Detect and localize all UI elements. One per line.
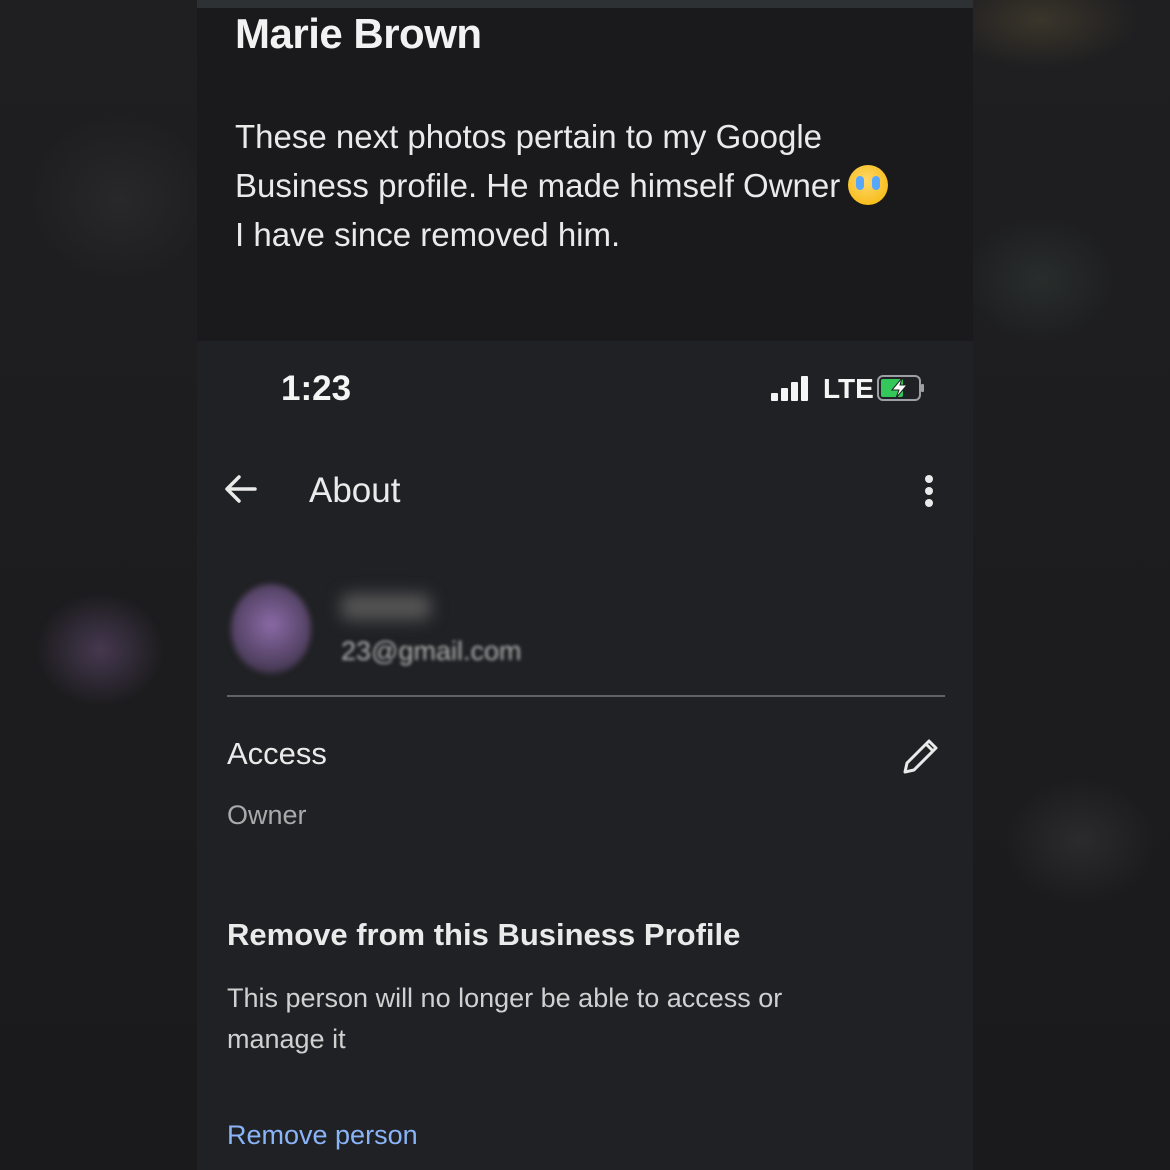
signal-icon xyxy=(771,375,815,401)
post-author[interactable]: Marie Brown xyxy=(235,10,482,58)
status-time: 1:23 xyxy=(281,369,352,408)
user-row: 23@gmail.com xyxy=(227,560,947,690)
status-bar: 1:23 LTE xyxy=(197,333,973,443)
crying-face-emoji-icon xyxy=(848,165,889,205)
access-value: Owner xyxy=(227,800,307,830)
arrow-left-icon[interactable] xyxy=(221,469,261,509)
avatar xyxy=(231,584,311,674)
remove-person-button[interactable]: Remove person xyxy=(227,1120,418,1151)
user-name-redacted xyxy=(341,594,431,620)
more-vert-icon[interactable] xyxy=(919,471,939,511)
app-bar: About xyxy=(197,443,973,538)
post-text-main: These next photos pertain to my Google B… xyxy=(235,118,841,204)
screenshot-frame: Marie Brown These next photos pertain to… xyxy=(197,0,973,1170)
access-label: Access xyxy=(227,736,327,771)
post-header: Marie Brown These next photos pertain to… xyxy=(197,0,973,341)
remove-section-title: Remove from this Business Profile xyxy=(227,917,741,952)
network-type: LTE xyxy=(823,373,874,404)
post-text: These next photos pertain to my Google B… xyxy=(235,112,955,259)
remove-description: This person will no longer be able to ac… xyxy=(227,983,783,1054)
page-title: About xyxy=(309,471,401,510)
divider xyxy=(227,695,945,697)
post-text-line2: I have since removed him. xyxy=(235,216,621,253)
user-email: 23@gmail.com xyxy=(341,636,522,666)
pencil-icon[interactable] xyxy=(899,734,943,778)
battery-charging-icon xyxy=(877,375,924,401)
